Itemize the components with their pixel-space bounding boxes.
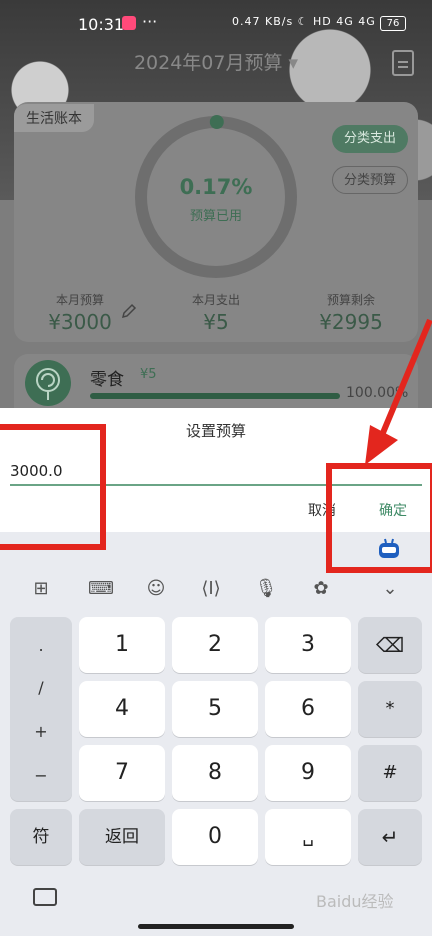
emoji-icon[interactable]: ☺ [142, 575, 170, 603]
plus-key[interactable]: + [10, 722, 72, 741]
skin-icon[interactable]: ✿ [307, 575, 335, 603]
more-notifications-icon: ··· [142, 12, 158, 31]
annotation-box-input [0, 424, 106, 550]
budget-remaining-label: 预算剩余 [326, 293, 375, 307]
monthly-expense-label: 本月支出 [191, 293, 240, 307]
monthly-expense-value: ¥5 [203, 310, 229, 334]
key-3[interactable]: 3 [265, 617, 351, 673]
key-9[interactable]: 9 [265, 745, 351, 801]
budget-used-percent: 0.17% [179, 175, 253, 199]
home-indicator[interactable] [138, 924, 294, 929]
hash-key[interactable]: # [358, 745, 422, 801]
category-expense-button[interactable]: 分类支出 [332, 125, 408, 153]
month-selector[interactable]: 2024年07月预算 ▾ [0, 48, 432, 75]
category-progress-bar [90, 393, 340, 399]
category-amount: ¥5 [140, 367, 157, 382]
battery-icon: 76 [380, 16, 406, 31]
back-key[interactable]: 返回 [79, 809, 165, 865]
app-notification-icon [122, 16, 136, 30]
status-indicators: 0.47 KB/s ☾ HD 4G 4G [232, 15, 376, 28]
watermark: Baidu经验 [316, 892, 394, 911]
key-4[interactable]: 4 [79, 681, 165, 737]
grid-icon[interactable]: ⊞ [27, 575, 55, 603]
key-6[interactable]: 6 [265, 681, 351, 737]
key-2[interactable]: 2 [172, 617, 258, 673]
key-5[interactable]: 5 [172, 681, 258, 737]
edit-pencil-icon[interactable] [120, 302, 138, 320]
key-0[interactable]: 0 [172, 809, 258, 865]
keyboard-icon[interactable]: ⌨ [87, 575, 115, 603]
dot-key[interactable]: . [10, 636, 72, 655]
backspace-key[interactable]: ⌫ [358, 617, 422, 673]
account-book-tag[interactable]: 生活账本 [14, 104, 94, 132]
collapse-icon[interactable]: ⌄ [376, 575, 404, 603]
ring-used-marker [209, 115, 224, 130]
annotation-arrow [365, 318, 432, 465]
document-icon[interactable] [392, 50, 414, 76]
status-bar: 10:31 ··· 0.47 KB/s ☾ HD 4G 4G 76 [0, 0, 432, 48]
budget-used-label: 预算已用 [189, 209, 242, 224]
monthly-budget-value: ¥3000 [48, 310, 112, 334]
asterisk-key[interactable]: * [358, 681, 422, 737]
key-7[interactable]: 7 [79, 745, 165, 801]
category-name: 零食 [90, 370, 124, 390]
cursor-icon[interactable]: ⟨I⟩ [197, 575, 225, 603]
key-1[interactable]: 1 [79, 617, 165, 673]
mic-icon[interactable]: 🎙 [252, 575, 280, 603]
annotation-box-confirm [326, 463, 432, 573]
space-key[interactable]: ␣ [265, 809, 351, 865]
enter-key[interactable]: ↵ [358, 809, 422, 865]
keyboard-switch-icon[interactable] [33, 888, 57, 906]
category-budget-button[interactable]: 分类预算 [332, 166, 408, 194]
key-8[interactable]: 8 [172, 745, 258, 801]
slash-key[interactable]: / [10, 678, 72, 697]
monthly-budget-label: 本月预算 [55, 293, 104, 307]
status-time: 10:31 [78, 15, 125, 34]
symbol-key[interactable]: 符 [10, 809, 72, 865]
snack-lollipop-icon [25, 360, 71, 406]
minus-key[interactable]: − [10, 766, 72, 785]
